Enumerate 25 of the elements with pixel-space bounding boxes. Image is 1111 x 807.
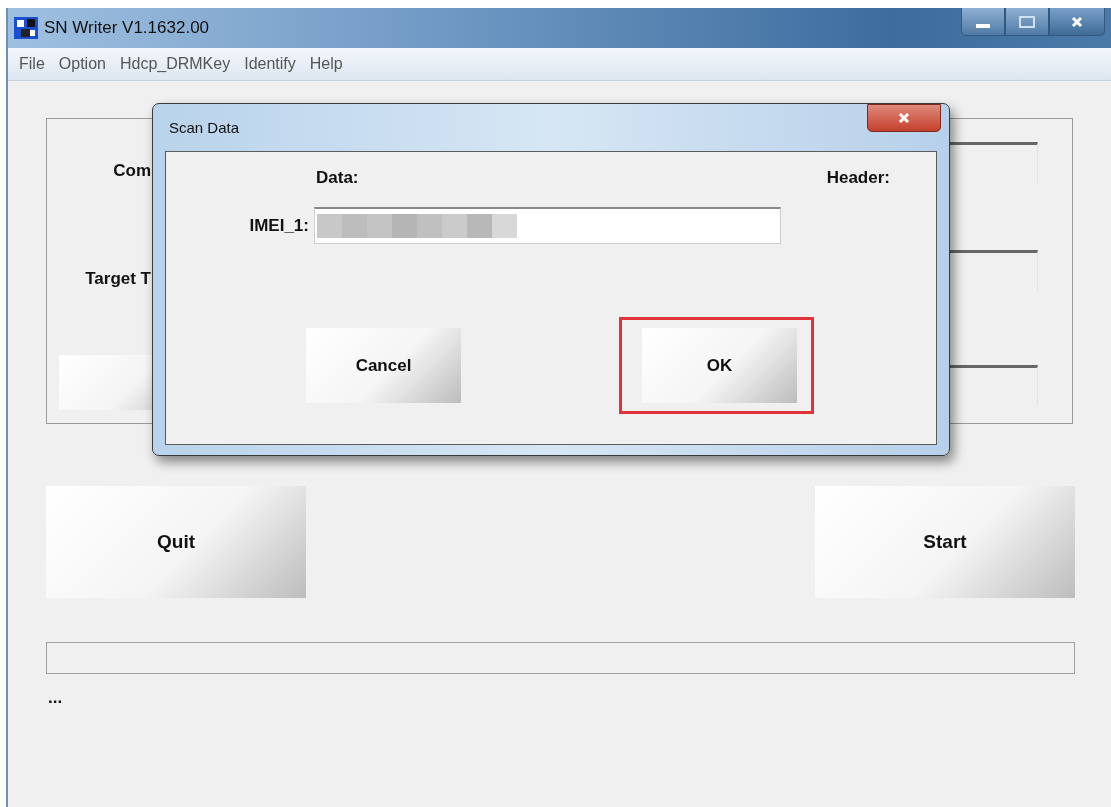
close-icon	[898, 112, 910, 124]
menu-item[interactable]: Identify	[237, 55, 303, 73]
menu-item[interactable]: File	[12, 55, 52, 73]
close-button[interactable]	[1049, 8, 1105, 36]
field-label: Target T	[84, 268, 151, 289]
action-button[interactable]: Start	[815, 486, 1075, 598]
action-button[interactable]: Quit	[46, 486, 306, 598]
input-field[interactable]	[314, 207, 781, 244]
dialog-button[interactable]: OK	[642, 328, 797, 403]
field-label: Com	[112, 160, 151, 181]
window-title: SN Writer V1.1632.00	[44, 18, 210, 38]
cubes-icon	[14, 17, 38, 39]
close-button[interactable]	[867, 104, 941, 132]
maximize-button[interactable]	[1005, 8, 1049, 36]
data-heading: Data:	[316, 168, 359, 188]
menu-item[interactable]: Help	[302, 55, 350, 73]
dialog-title: Scan Data	[169, 119, 240, 136]
menu-item[interactable]: Hdcp_DRMKey	[112, 55, 238, 73]
dialog-button[interactable]: Cancel	[306, 328, 461, 403]
menu-item[interactable]: Option	[51, 55, 113, 73]
field-label: IMEI_1:	[248, 215, 310, 236]
status-text: ...	[48, 688, 64, 708]
header-heading: Header:	[826, 168, 890, 188]
minimize-button[interactable]	[961, 8, 1005, 36]
close-icon	[1071, 15, 1083, 28]
